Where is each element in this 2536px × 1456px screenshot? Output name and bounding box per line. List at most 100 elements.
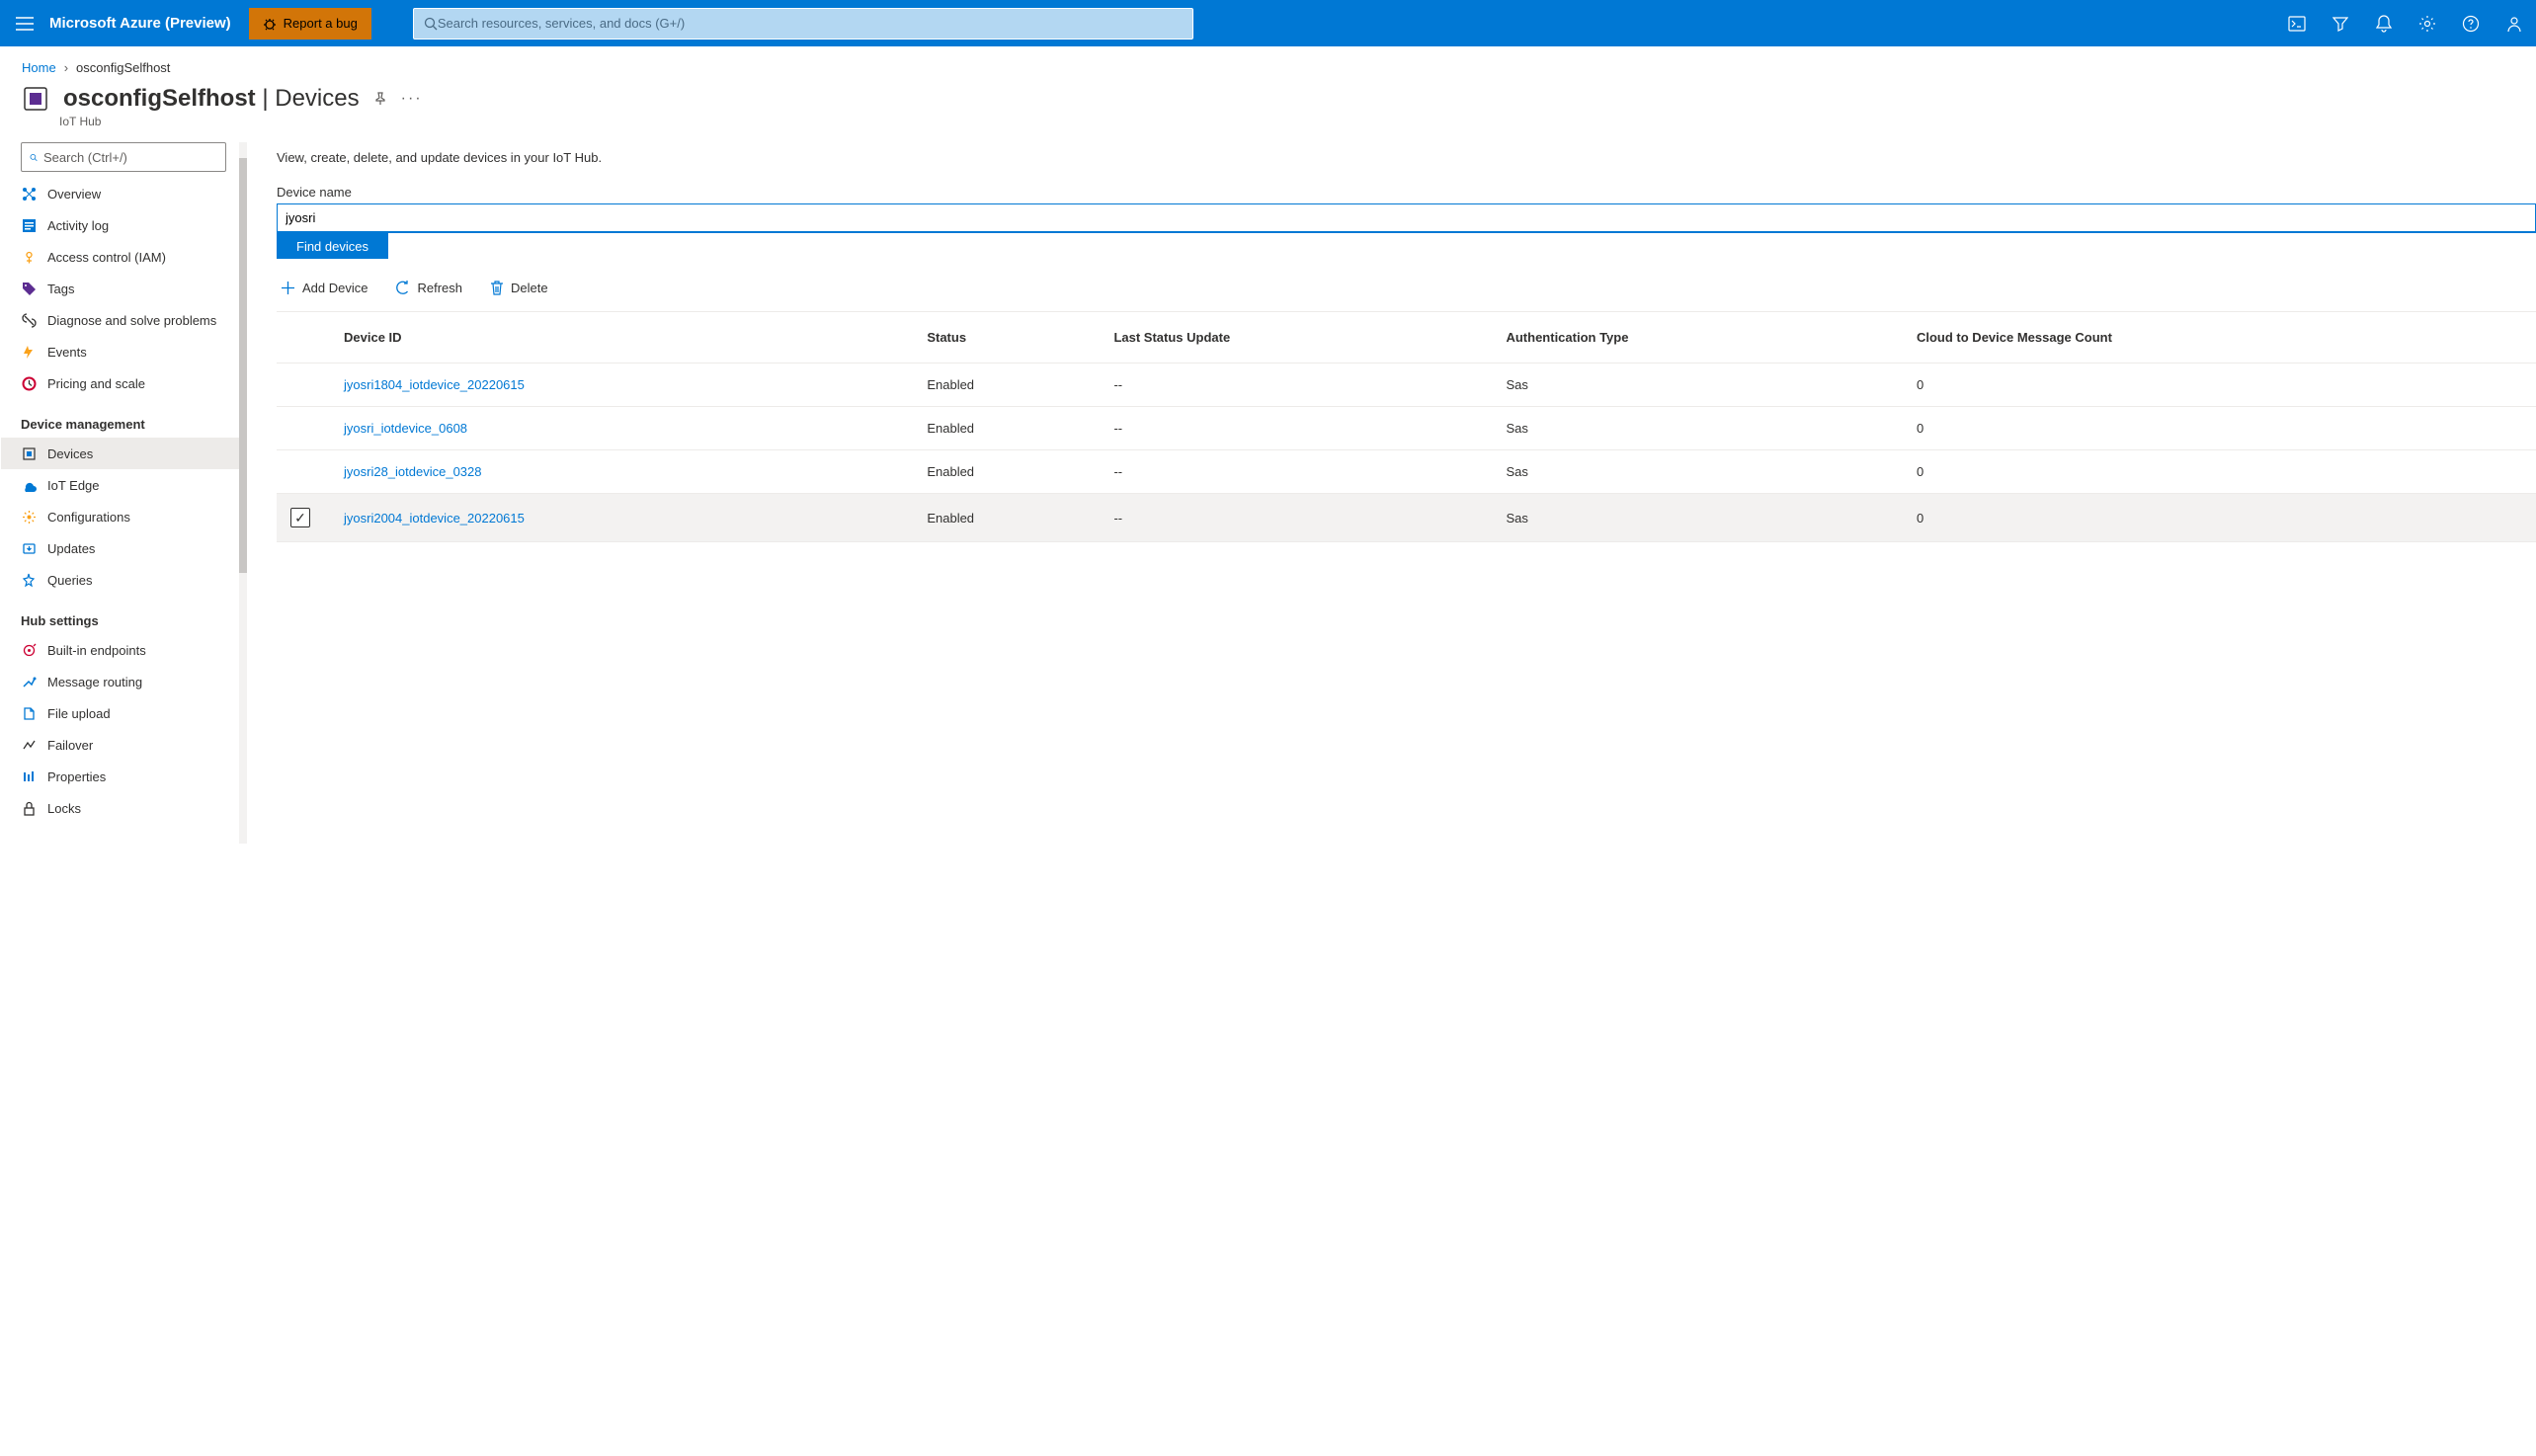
search-icon [30,151,38,164]
sidebar-item-label: Failover [47,738,93,753]
device-id-link[interactable]: jyosri1804_iotdevice_20220615 [336,364,919,407]
report-bug-button[interactable]: Report a bug [249,8,371,40]
global-search[interactable] [413,8,1193,40]
feedback-button[interactable] [2493,0,2536,46]
tags-icon [21,281,37,296]
sidebar-item-overview[interactable]: Overview [1,178,246,209]
refresh-icon [395,281,410,295]
sidebar-item-iot-edge[interactable]: IoT Edge [1,469,246,501]
sidebar-item-tags[interactable]: Tags [1,273,246,304]
find-devices-button[interactable]: Find devices [277,233,388,259]
more-button[interactable]: ··· [401,90,423,108]
sidebar-item-label: Locks [47,801,81,816]
cell-update: -- [1105,450,1498,494]
sidebar-item-activity-log[interactable]: Activity log [1,209,246,241]
cell-status: Enabled [919,494,1105,542]
toolbar: Add Device Refresh Delete [277,259,2536,312]
page-desc: View, create, delete, and update devices… [277,150,2536,165]
overview-icon [21,186,37,202]
sidebar-item-properties[interactable]: Properties [1,761,246,792]
cell-auth: Sas [1498,494,1909,542]
pin-icon [373,92,387,106]
sidebar-item-file-upload[interactable]: File upload [1,697,246,729]
delete-button[interactable]: Delete [486,279,552,297]
sidebar-item-access-control-iam-[interactable]: Access control (IAM) [1,241,246,273]
bug-icon [263,17,277,31]
sidebar-item-label: Access control (IAM) [47,250,166,265]
sidebar-item-configurations[interactable]: Configurations [1,501,246,532]
row-check[interactable] [277,450,336,494]
brand-name[interactable]: Microsoft Azure (Preview) [49,15,249,32]
sidebar-item-failover[interactable]: Failover [1,729,246,761]
config-icon [21,509,37,525]
cell-status: Enabled [919,450,1105,494]
topbar-right [2275,0,2536,46]
sidebar-group-hub: Hub settings [1,596,246,634]
devices-icon [21,445,37,461]
sidebar-item-devices[interactable]: Devices [1,438,246,469]
row-check[interactable] [277,407,336,450]
help-button[interactable] [2449,0,2493,46]
sidebar-item-label: Activity log [47,218,109,233]
cell-update: -- [1105,364,1498,407]
sidebar-item-diagnose-and-solve-problems[interactable]: Diagnose and solve problems [1,304,246,336]
hamburger-icon [16,17,34,31]
sidebar-search-input[interactable] [43,150,217,165]
cell-count: 0 [1909,494,2536,542]
sidebar-item-queries[interactable]: Queries [1,564,246,596]
sidebar-item-events[interactable]: Events [1,336,246,367]
pin-button[interactable] [373,92,387,106]
row-check[interactable] [277,364,336,407]
table-row[interactable]: ✓ jyosri2004_iotdevice_20220615Enabled--S… [277,494,2536,542]
iot-hub-icon [22,85,49,113]
sidebar-search[interactable] [21,142,226,172]
breadcrumb-sep: › [64,60,68,75]
global-search-input[interactable] [438,16,1183,31]
updates-icon [21,540,37,556]
col-header[interactable]: Last Status Update [1105,312,1498,364]
device-id-link[interactable]: jyosri2004_iotdevice_20220615 [336,494,919,542]
sidebar-item-label: Tags [47,282,74,296]
upload-icon [21,705,37,721]
sidebar-item-label: Pricing and scale [47,376,145,391]
device-id-link[interactable]: jyosri_iotdevice_0608 [336,407,919,450]
refresh-button[interactable]: Refresh [391,279,466,297]
checkbox[interactable]: ✓ [290,508,310,527]
hamburger-menu[interactable] [0,0,49,46]
sidebar-item-label: Overview [47,187,101,202]
col-header[interactable]: Status [919,312,1105,364]
table-row[interactable]: jyosri_iotdevice_0608Enabled--Sas0 [277,407,2536,450]
breadcrumb-current[interactable]: osconfigSelfhost [76,60,170,75]
sidebar-item-pricing-and-scale[interactable]: Pricing and scale [1,367,246,399]
sidebar-item-label: Queries [47,573,93,588]
sidebar-item-locks[interactable]: Locks [1,792,246,824]
breadcrumb-home[interactable]: Home [22,60,56,75]
add-device-button[interactable]: Add Device [277,279,371,297]
cell-status: Enabled [919,364,1105,407]
sidebar-item-label: Diagnose and solve problems [47,313,216,328]
filter-icon [2332,16,2348,32]
directories-button[interactable] [2319,0,2362,46]
row-check[interactable]: ✓ [277,494,336,542]
sidebar-item-built-in-endpoints[interactable]: Built-in endpoints [1,634,246,666]
cell-update: -- [1105,494,1498,542]
topbar: Microsoft Azure (Preview) Report a bug [0,0,2536,46]
routing-icon [21,674,37,689]
device-name-input[interactable] [277,203,2536,233]
cell-count: 0 [1909,364,2536,407]
person-icon [2505,15,2523,33]
col-header[interactable]: Cloud to Device Message Count [1909,312,2536,364]
settings-button[interactable] [2406,0,2449,46]
table-row[interactable]: jyosri28_iotdevice_0328Enabled--Sas0 [277,450,2536,494]
sidebar-item-message-routing[interactable]: Message routing [1,666,246,697]
col-header[interactable]: Authentication Type [1498,312,1909,364]
sidebar-scrollbar[interactable] [239,142,247,844]
sidebar-item-updates[interactable]: Updates [1,532,246,564]
notifications-button[interactable] [2362,0,2406,46]
cloud-shell-button[interactable] [2275,0,2319,46]
col-header[interactable]: Device ID [336,312,919,364]
device-id-link[interactable]: jyosri28_iotdevice_0328 [336,450,919,494]
activity-icon [21,217,37,233]
table-row[interactable]: jyosri1804_iotdevice_20220615Enabled--Sa… [277,364,2536,407]
cell-count: 0 [1909,407,2536,450]
